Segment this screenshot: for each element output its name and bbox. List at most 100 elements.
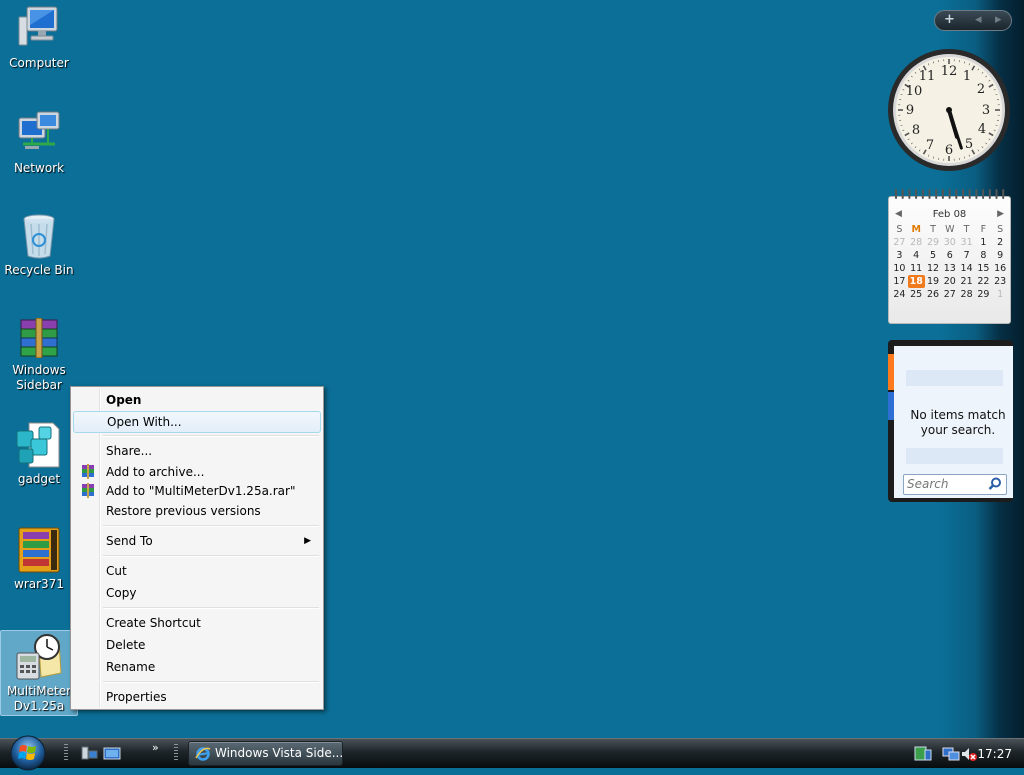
next-page-button[interactable]: ▸ <box>995 12 1002 27</box>
calendar-day[interactable]: 12 <box>925 262 942 275</box>
search-placeholder: Search <box>907 477 949 491</box>
calendar-day[interactable]: 30 <box>941 236 958 249</box>
recycle-bin-icon <box>15 212 63 260</box>
svg-text:10: 10 <box>906 84 923 99</box>
calendar-weekday-row: SMTWTFS <box>891 223 1009 236</box>
calendar-day[interactable]: 8 <box>975 249 992 262</box>
show-desktop-icon[interactable] <box>80 744 98 762</box>
winrar-icon <box>80 464 96 480</box>
calendar-day[interactable]: 19 <box>925 275 942 288</box>
calendar-day[interactable]: 29 <box>975 288 992 301</box>
taskbar-grip[interactable] <box>174 744 178 762</box>
calendar-day[interactable]: 25 <box>908 288 925 301</box>
calendar-day[interactable]: 3 <box>891 249 908 262</box>
menu-item-rename[interactable]: Rename <box>73 656 321 678</box>
menu-separator <box>103 681 319 683</box>
menu-item-share[interactable]: Share... <box>73 440 321 462</box>
calendar-day[interactable]: 23 <box>992 275 1009 288</box>
menu-item-label: Add to "MultiMeterDv1.25a.rar" <box>106 484 296 498</box>
taskbar: » Windows Vista Side... 17:27 <box>0 738 1024 768</box>
gadget-file-icon <box>15 421 63 469</box>
calendar-day[interactable]: 10 <box>891 262 908 275</box>
menu-item-cut[interactable]: Cut <box>73 560 321 582</box>
svg-text:11: 11 <box>919 69 936 84</box>
feed-search-input[interactable]: Search <box>903 474 1007 495</box>
volume-muted-icon[interactable] <box>960 745 978 767</box>
menu-item-open-with[interactable]: Open With... <box>73 411 321 433</box>
calendar-weekday: T <box>958 223 975 236</box>
taskbar-clock[interactable]: 17:27 <box>977 741 1012 767</box>
menu-item-delete[interactable]: Delete <box>73 634 321 656</box>
calendar-day[interactable]: 29 <box>925 236 942 249</box>
calendar-day[interactable]: 31 <box>958 236 975 249</box>
menu-item-add-to-rar[interactable]: Add to "MultiMeterDv1.25a.rar" <box>73 480 321 502</box>
menu-item-create-shortcut[interactable]: Create Shortcut <box>73 612 321 634</box>
desktop[interactable]: Computer Network Recycle <box>0 0 1024 738</box>
menu-item-copy[interactable]: Copy <box>73 582 321 604</box>
calendar-day[interactable]: 18 <box>908 275 925 288</box>
menu-item-restore-previous-versions[interactable]: Restore previous versions <box>73 500 321 522</box>
calendar-day[interactable]: 1 <box>975 236 992 249</box>
switch-windows-icon[interactable] <box>103 744 121 762</box>
calendar-day[interactable]: 11 <box>908 262 925 275</box>
feed-headlines-gadget[interactable]: No items match your search. Search <box>888 340 1013 502</box>
svg-text:6: 6 <box>945 143 953 158</box>
calendar-day[interactable]: 2 <box>992 236 1009 249</box>
calendar-day[interactable]: 1 <box>992 288 1009 301</box>
calendar-day[interactable]: 28 <box>958 288 975 301</box>
menu-item-properties[interactable]: Properties <box>73 686 321 708</box>
calendar-day[interactable]: 20 <box>941 275 958 288</box>
calendar-weekday: W <box>941 223 958 236</box>
calendar-day[interactable]: 26 <box>925 288 942 301</box>
calendar-day[interactable]: 14 <box>958 262 975 275</box>
winrar-installer-icon <box>15 526 63 574</box>
svg-text:3: 3 <box>982 103 990 118</box>
calendar-month: Feb 08 <box>889 209 1010 220</box>
multimeter-gadget-icon <box>15 633 63 681</box>
calendar-day[interactable]: 27 <box>941 288 958 301</box>
calendar-day[interactable]: 27 <box>891 236 908 249</box>
menu-item-open[interactable]: Open <box>73 389 321 411</box>
calendar-next-month-icon[interactable]: ▶ <box>997 209 1004 219</box>
calendar-day[interactable]: 22 <box>975 275 992 288</box>
calendar-day[interactable]: 28 <box>908 236 925 249</box>
search-icon[interactable] <box>988 477 1002 491</box>
desktop-icon-windows-sidebar[interactable]: Windows Sidebar <box>0 318 78 393</box>
clock-gadget[interactable]: 12123 4567 891011 <box>887 48 1011 172</box>
svg-text:8: 8 <box>912 123 920 138</box>
taskbar-button-windows-vista-sidebar[interactable]: Windows Vista Side... <box>188 741 343 766</box>
calendar-day[interactable]: 4 <box>908 249 925 262</box>
calendar-day[interactable]: 9 <box>992 249 1009 262</box>
calendar-day[interactable]: 15 <box>975 262 992 275</box>
desktop-icon-recycle-bin[interactable]: Recycle Bin <box>0 212 78 278</box>
desktop-icon-multimeter[interactable]: MultiMeterDv1.25a <box>0 630 78 716</box>
svg-text:2: 2 <box>977 82 985 97</box>
calendar-day[interactable]: 13 <box>941 262 958 275</box>
calendar-day[interactable]: 16 <box>992 262 1009 275</box>
calendar-day[interactable]: 17 <box>891 275 908 288</box>
sidebar-tray-icon[interactable] <box>914 745 932 767</box>
menu-item-send-to[interactable]: Send To ▶ <box>73 530 321 552</box>
network-tray-icon[interactable] <box>942 745 960 767</box>
quick-launch-chevron[interactable]: » <box>152 741 159 754</box>
calendar-day[interactable]: 7 <box>958 249 975 262</box>
calendar-grid: SMTWTFS272829303112345678910111213141516… <box>891 223 1009 301</box>
calendar-day[interactable]: 6 <box>941 249 958 262</box>
calendar-day[interactable]: 5 <box>925 249 942 262</box>
calendar-weekday: T <box>925 223 942 236</box>
calendar-gadget[interactable]: ◀ Feb 08 ▶ SMTWTFS2728293031123456789101… <box>888 188 1011 324</box>
desktop-icon-gadget[interactable]: gadget <box>0 421 78 487</box>
svg-text:9: 9 <box>906 103 914 118</box>
start-button[interactable] <box>6 735 50 771</box>
desktop-icon-wrar371[interactable]: wrar371 <box>0 526 78 592</box>
calendar-day[interactable]: 21 <box>958 275 975 288</box>
calendar-day[interactable]: 24 <box>891 288 908 301</box>
desktop-icon-computer[interactable]: Computer <box>0 5 78 71</box>
add-gadget-button[interactable]: + <box>944 12 955 27</box>
feed-panel: No items match your search. Search <box>894 346 1013 498</box>
calendar-weekday: S <box>891 223 908 236</box>
desktop-icon-network[interactable]: Network <box>0 110 78 176</box>
previous-page-button[interactable]: ◂ <box>975 12 982 27</box>
calendar-week-row: 10111213141516 <box>891 262 1009 275</box>
taskbar-grip[interactable] <box>64 744 68 762</box>
